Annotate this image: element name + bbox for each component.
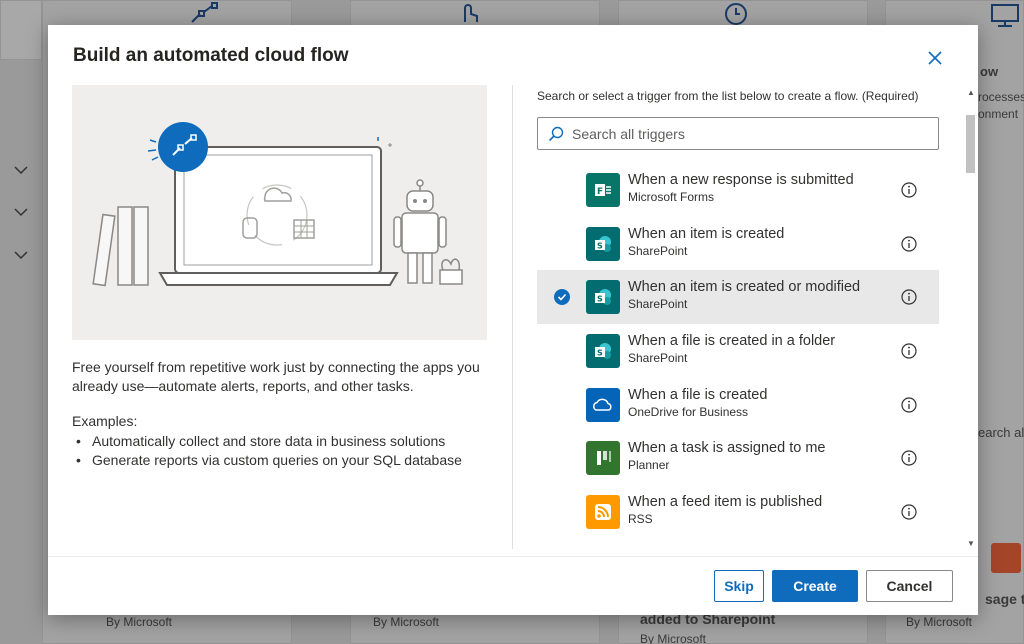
- examples-list: Automatically collect and store data in …: [76, 432, 462, 470]
- rss-icon: [586, 494, 620, 529]
- scroll-thumb[interactable]: [966, 115, 975, 173]
- trigger-item[interactable]: F When a new response is submitted Microso…: [537, 163, 939, 217]
- sharepoint-icon: S: [586, 226, 620, 261]
- trigger-connector: RSS: [628, 512, 653, 527]
- trigger-list: F When a new response is submitted Microso…: [537, 163, 939, 549]
- trigger-text: When a new response is submitted Microsof…: [628, 172, 854, 204]
- trigger-connector: Planner: [628, 458, 670, 473]
- svg-text:S: S: [597, 241, 603, 250]
- bg-header-fragment: ow: [980, 64, 999, 79]
- info-icon[interactable]: [901, 450, 917, 466]
- automated-flow-dialog: Build an automated cloud flow Free yours…: [48, 25, 978, 615]
- bg-publisher: By Microsoft: [640, 632, 707, 644]
- trigger-item[interactable]: When a feed item is published RSS: [537, 485, 939, 539]
- bg-text-fragment: rocesses: [978, 90, 1024, 104]
- trigger-title: When an item is created or modified: [628, 279, 861, 296]
- trigger-title: When a feed item is published: [628, 494, 823, 511]
- skip-button[interactable]: Skip: [714, 570, 764, 602]
- trigger-title: When a new response is submitted: [628, 172, 854, 188]
- clock-icon: [725, 3, 747, 25]
- bg-msg-fragment: sage to: [985, 591, 1024, 607]
- chevron-down-icon: [14, 208, 28, 217]
- bg-text-fragment: onment: [978, 107, 1019, 121]
- info-icon[interactable]: [901, 289, 917, 305]
- dialog-description: Free yourself from repetitive work just …: [72, 359, 480, 394]
- flow-icon: [191, 2, 218, 23]
- sharepoint-icon: S: [586, 280, 620, 315]
- trigger-connector: SharePoint: [628, 297, 688, 312]
- trigger-text: When a file is created in a folder ShareP…: [628, 333, 835, 365]
- example-item: Automatically collect and store data in …: [76, 432, 462, 451]
- create-button[interactable]: Create: [772, 570, 858, 602]
- panel-divider: [512, 85, 513, 549]
- scroll-up-arrow-icon[interactable]: ▲: [967, 88, 975, 97]
- trigger-item[interactable]: S When an item is created or modified Shar…: [537, 270, 939, 325]
- example-item: Generate reports via custom queries on y…: [76, 451, 462, 470]
- bg-top-left: [0, 0, 42, 60]
- trigger-list-scrollbar[interactable]: ▲ ▼: [964, 85, 978, 551]
- trigger-search-box[interactable]: [537, 117, 939, 150]
- selected-check-icon: [554, 289, 570, 306]
- trigger-text: When an item is created SharePoint: [628, 226, 784, 258]
- bg-publisher: By Microsoft: [373, 615, 440, 629]
- chevron-down-icon: [14, 166, 28, 175]
- examples-heading: Examples:: [72, 413, 138, 429]
- trigger-connector: SharePoint: [628, 351, 688, 366]
- scroll-down-arrow-icon[interactable]: ▼: [967, 539, 975, 548]
- info-icon[interactable]: [901, 504, 917, 520]
- search-triggers-input[interactable]: [572, 125, 912, 142]
- cancel-button[interactable]: Cancel: [866, 570, 953, 602]
- chevron-down-icon: [14, 251, 28, 260]
- trigger-item[interactable]: When a file is created OneDrive for Busin…: [537, 378, 939, 432]
- desktop-flow-icon: [991, 4, 1019, 27]
- trigger-title: When a file is created: [628, 386, 768, 403]
- trigger-item[interactable]: S When an item is created SharePoint: [537, 217, 939, 271]
- trigger-title: When a task is assigned to me: [628, 440, 826, 457]
- info-icon[interactable]: [901, 343, 917, 359]
- svg-text:S: S: [597, 348, 603, 357]
- search-icon: [548, 126, 564, 141]
- bg-search-fragment: earch al: [978, 425, 1024, 440]
- trigger-hint-label: Search or select a trigger from the list…: [537, 89, 919, 103]
- svg-text:S: S: [597, 295, 603, 304]
- trigger-connector: OneDrive for Business: [628, 404, 749, 419]
- laptop-illustration: [92, 122, 463, 287]
- sharepoint-icon: S: [586, 333, 620, 368]
- forms-icon: F: [586, 172, 620, 207]
- trigger-text: When an item is created or modified Share…: [628, 279, 860, 311]
- bg-publisher: By Microsoft: [906, 615, 973, 629]
- trigger-connector: SharePoint: [628, 243, 688, 258]
- close-button[interactable]: [924, 47, 946, 69]
- planner-icon: [586, 441, 620, 476]
- trigger-item[interactable]: S When a file is created in a folder Share…: [537, 324, 939, 378]
- dialog-title: Build an automated cloud flow: [73, 45, 349, 66]
- trigger-item[interactable]: When a task is assigned to me Planner: [537, 431, 939, 485]
- trigger-title: When a file is created in a folder: [628, 333, 836, 350]
- trigger-text: When a file is created OneDrive for Busin…: [628, 387, 767, 419]
- flow-illustration: [72, 85, 487, 340]
- trigger-text: When a task is assigned to me Planner: [628, 440, 825, 472]
- svg-text:F: F: [597, 187, 603, 197]
- office-icon: [991, 543, 1021, 573]
- touch-icon: [464, 4, 478, 22]
- trigger-title: When an item is created: [628, 225, 785, 242]
- bg-publisher: By Microsoft: [106, 615, 173, 629]
- info-icon[interactable]: [901, 235, 917, 252]
- onedrive-icon: [586, 387, 620, 422]
- footer-divider: [48, 556, 978, 557]
- trigger-connector: Microsoft Forms: [628, 190, 715, 204]
- trigger-text: When a feed item is published RSS: [628, 494, 822, 526]
- close-icon: [928, 51, 942, 65]
- info-icon[interactable]: [901, 396, 917, 413]
- info-icon[interactable]: [901, 182, 917, 198]
